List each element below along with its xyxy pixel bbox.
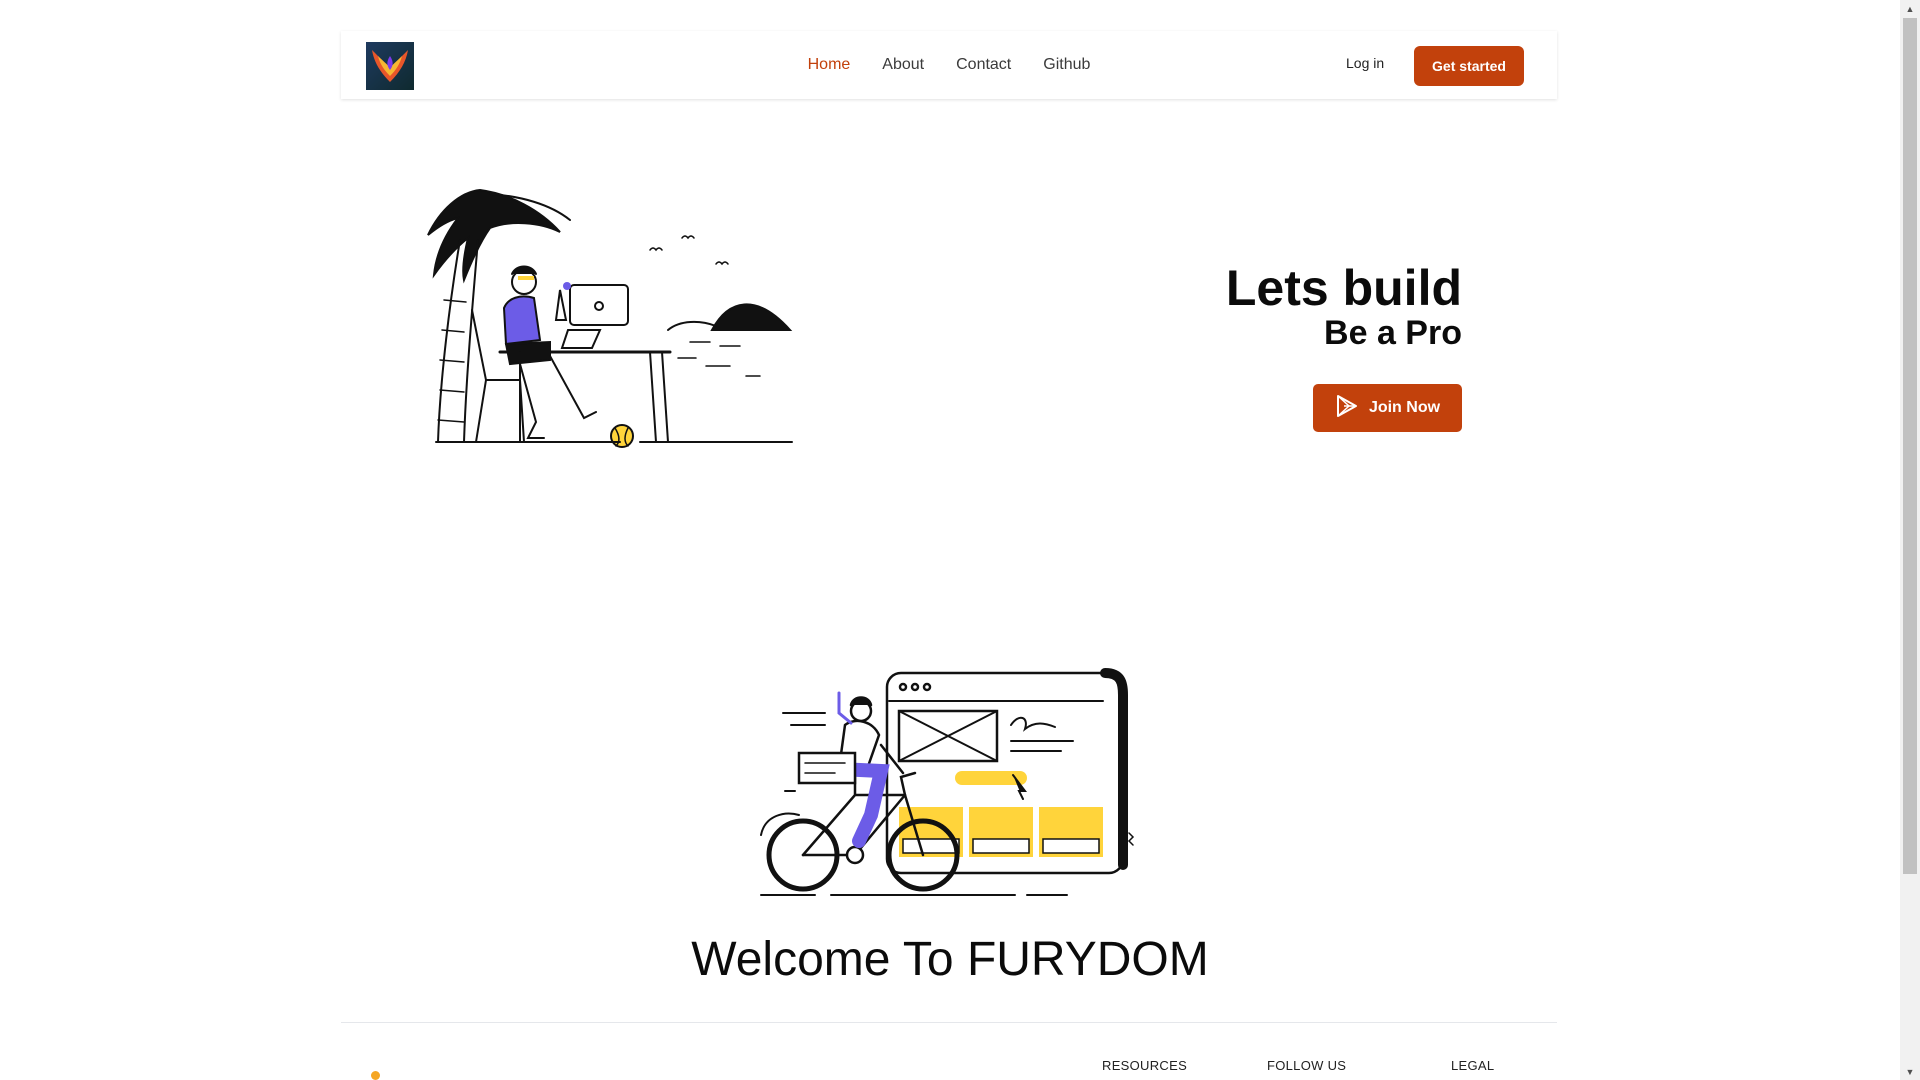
- play-icon: [1335, 394, 1359, 423]
- scroll-down-arrow-icon[interactable]: ▼: [1900, 1063, 1920, 1080]
- nav-github[interactable]: Github: [1043, 56, 1090, 74]
- hero-text: Lets build Be a Pro: [1226, 262, 1462, 352]
- hero-illustration: [400, 180, 800, 450]
- footer-logo-icon: [371, 1071, 380, 1080]
- get-started-button[interactable]: Get started: [1414, 46, 1524, 86]
- bike-illustration: [755, 665, 1145, 900]
- hero-title: Lets build: [1225, 260, 1462, 316]
- page: Home About Contact Github Log in Get sta…: [0, 0, 1900, 1080]
- footer-divider: [341, 1022, 1557, 1023]
- footer-heading-legal: LEGAL: [1451, 1058, 1495, 1073]
- nav-home[interactable]: Home: [808, 56, 851, 74]
- join-now-button[interactable]: Join Now: [1313, 384, 1462, 432]
- welcome-title: Welcome To FURYDOM: [691, 933, 1209, 986]
- footer-heading-follow-us: FOLLOW US: [1267, 1058, 1347, 1073]
- hero-subtitle: Be a Pro: [1324, 313, 1462, 352]
- join-now-label: Join Now: [1368, 399, 1441, 416]
- navbar: Home About Contact Github Log in Get sta…: [341, 31, 1557, 99]
- footer-heading-resources: RESOURCES: [1102, 1058, 1188, 1073]
- logo-icon[interactable]: [366, 42, 414, 90]
- scroll-thumb[interactable]: [1903, 18, 1917, 874]
- login-link[interactable]: Log in: [1346, 55, 1384, 71]
- scroll-up-arrow-icon[interactable]: ▲: [1900, 0, 1920, 17]
- scrollbar[interactable]: ▲ ▼: [1900, 0, 1920, 1080]
- nav-contact[interactable]: Contact: [956, 56, 1011, 74]
- nav-about[interactable]: About: [882, 56, 924, 74]
